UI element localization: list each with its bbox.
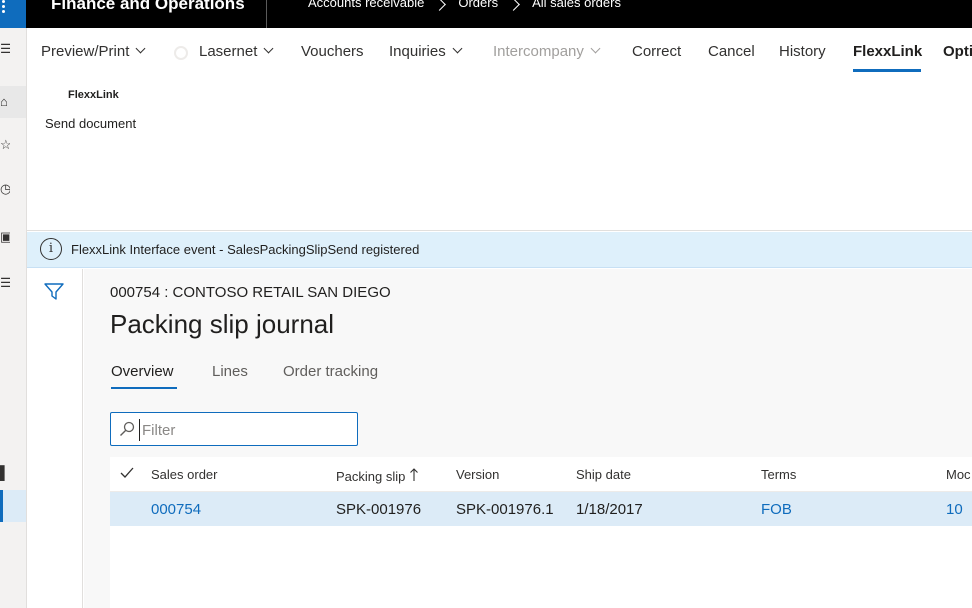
record-caption: 000754 : CONTOSO RETAIL SAN DIEGO <box>110 284 391 301</box>
home-icon[interactable]: ⌂ <box>0 86 26 118</box>
intercompany-menu[interactable]: Intercompany <box>493 43 601 60</box>
module-item-icon[interactable]: ▌ <box>0 464 10 482</box>
checkmark-icon[interactable] <box>120 466 134 480</box>
vouchers-button[interactable]: Vouchers <box>301 43 364 60</box>
main-content: 000754 : CONTOSO RETAIL SAN DIEGO Packin… <box>84 269 972 608</box>
column-header-ship-date[interactable]: Ship date <box>576 467 631 482</box>
filter-funnel-icon[interactable] <box>44 283 64 301</box>
tab-options[interactable]: Opti <box>943 43 972 60</box>
lasernet-menu[interactable]: Lasernet <box>199 43 274 60</box>
preview-print-label: Preview/Print <box>41 43 130 60</box>
chevron-down-icon <box>263 43 274 54</box>
lasernet-label: Lasernet <box>199 43 258 60</box>
column-header-sales-order[interactable]: Sales order <box>151 467 217 482</box>
chevron-down-icon <box>590 43 601 54</box>
modules-icon[interactable]: ☰ <box>0 274 10 292</box>
intercompany-label: Intercompany <box>493 43 584 60</box>
selected-module-item[interactable] <box>0 490 26 522</box>
cell-terms-link[interactable]: FOB <box>761 501 792 518</box>
message-text: FlexxLink Interface event - SalesPacking… <box>71 242 420 257</box>
cell-version: SPK-001976.1 <box>456 501 554 518</box>
column-header-version[interactable]: Version <box>456 467 499 482</box>
tab-lines[interactable]: Lines <box>212 363 248 380</box>
table-row[interactable]: 000754 SPK-001976 SPK-001976.1 1/18/2017… <box>110 492 972 526</box>
options-label: Opti <box>943 43 972 60</box>
action-pane-ribbon: FlexxLink Send document <box>27 74 972 231</box>
cell-sales-order-link[interactable]: 000754 <box>151 501 201 518</box>
favorites-icon[interactable]: ☆ <box>0 136 10 154</box>
column-header-mode[interactable]: Moc <box>946 467 971 482</box>
correct-label: Correct <box>632 43 682 60</box>
action-pane: Preview/Print Lasernet Vouchers Inquirie… <box>27 28 972 74</box>
vouchers-label: Vouchers <box>301 43 364 60</box>
info-icon: i <box>40 238 62 260</box>
recent-icon[interactable]: ◷ <box>0 180 10 198</box>
tab-flexxlink[interactable]: FlexxLink <box>853 43 922 60</box>
top-navigation-bar: Finance and Operations Accounts receivab… <box>0 0 972 28</box>
filter-field[interactable] <box>110 412 358 446</box>
workspaces-icon[interactable]: ▣ <box>0 228 10 246</box>
chevron-down-icon <box>135 43 146 54</box>
lasernet-status-icon <box>174 46 188 60</box>
grid-header: Sales order Packing slip Version Ship da… <box>110 457 972 492</box>
tab-overview[interactable]: Overview <box>111 363 174 380</box>
active-tab-indicator <box>111 387 177 389</box>
cancel-label: Cancel <box>708 43 755 60</box>
cell-ship-date: 1/18/2017 <box>576 501 643 518</box>
column-header-packing-slip[interactable]: Packing slip <box>336 467 419 484</box>
tab-order-tracking[interactable]: Order tracking <box>283 363 378 380</box>
app-title[interactable]: Finance and Operations <box>51 0 245 14</box>
inquiries-label: Inquiries <box>389 43 446 60</box>
cell-packing-slip: SPK-001976 <box>336 501 422 518</box>
column-header-terms[interactable]: Terms <box>761 467 796 482</box>
ribbon-group-label: FlexxLink <box>68 89 119 101</box>
search-icon <box>120 421 135 436</box>
filter-input[interactable] <box>139 419 353 441</box>
packing-slip-grid: Sales order Packing slip Version Ship da… <box>110 457 972 608</box>
page-title: Packing slip journal <box>110 309 335 339</box>
breadcrumb: Accounts receivable Orders All sales ord… <box>308 0 621 11</box>
chevron-right-icon <box>433 0 447 11</box>
topbar-divider <box>266 0 267 28</box>
message-bar: i FlexxLink Interface event - SalesPacki… <box>27 232 972 268</box>
history-button[interactable]: History <box>779 43 826 60</box>
navigation-rail: ☰ ⌂ ☆ ◷ ▣ ☰ ▌ <box>0 28 27 608</box>
send-document-button[interactable]: Send document <box>45 116 136 131</box>
breadcrumb-item-orders[interactable]: Orders <box>458 0 498 10</box>
inquiries-menu[interactable]: Inquiries <box>389 43 463 60</box>
history-label: History <box>779 43 826 60</box>
column-header-label: Packing slip <box>336 469 406 484</box>
waffle-button[interactable] <box>0 0 26 28</box>
chevron-right-icon <box>507 0 520 11</box>
active-tab-indicator <box>853 69 921 72</box>
preview-print-menu[interactable]: Preview/Print <box>41 43 146 60</box>
hamburger-icon[interactable]: ☰ <box>0 40 10 58</box>
flexxlink-label: FlexxLink <box>853 43 923 60</box>
breadcrumb-item-accounts-receivable[interactable]: Accounts receivable <box>308 0 424 10</box>
waffle-icon <box>2 0 8 14</box>
sort-up-arrow-icon <box>410 468 419 481</box>
breadcrumb-item-all-sales-orders[interactable]: All sales orders <box>532 0 621 10</box>
cancel-button[interactable]: Cancel <box>708 43 755 60</box>
filter-pane <box>27 269 83 608</box>
cell-mode-link[interactable]: 10 <box>946 501 963 518</box>
correct-button[interactable]: Correct <box>632 43 681 60</box>
chevron-down-icon <box>452 43 463 54</box>
app-window: Finance and Operations Accounts receivab… <box>0 0 972 608</box>
